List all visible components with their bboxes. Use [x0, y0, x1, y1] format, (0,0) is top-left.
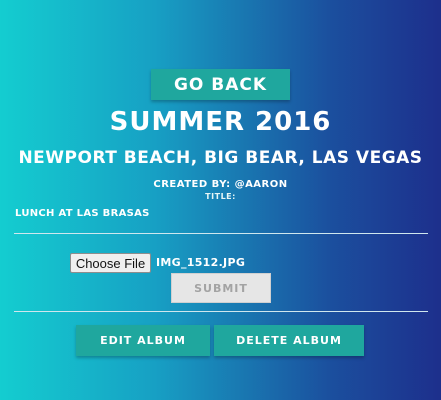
divider — [14, 311, 428, 312]
album-title: Summer 2016 — [109, 107, 332, 137]
album-page: Go Back Summer 2016 Newport Beach, Big B… — [0, 0, 441, 400]
edit-album-button[interactable]: Edit Album — [76, 325, 210, 356]
selected-file-name: IMG_1512.jpg — [156, 256, 246, 269]
title-label: Title: — [205, 192, 236, 201]
choose-file-button[interactable]: Choose File — [70, 253, 151, 273]
go-back-button[interactable]: Go Back — [151, 69, 290, 100]
created-by-text: Created By: @aaron — [153, 179, 288, 190]
submit-button[interactable]: Submit — [171, 273, 271, 303]
album-locations: Newport Beach, Big Bear, Las Vegas — [18, 148, 423, 168]
photo-caption: Lunch at Las Brasas — [15, 208, 150, 219]
divider — [14, 233, 428, 234]
delete-album-button[interactable]: Delete Album — [214, 325, 364, 356]
